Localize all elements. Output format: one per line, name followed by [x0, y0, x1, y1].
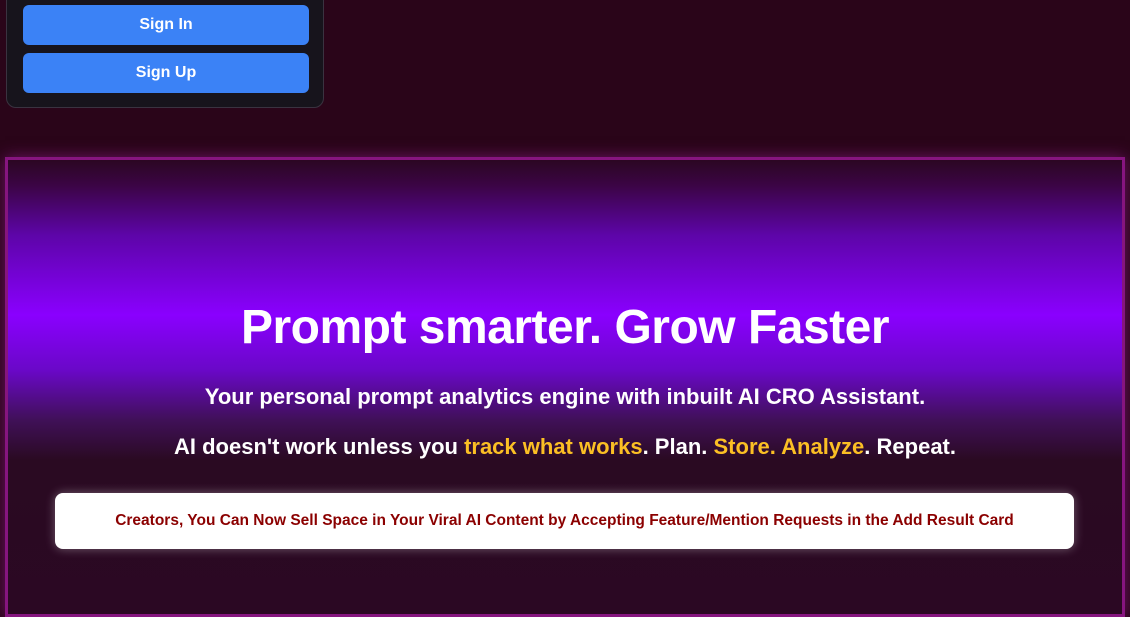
hero-section: Prompt smarter. Grow Faster Your persona…: [5, 157, 1125, 617]
hero-title: Prompt smarter. Grow Faster: [240, 301, 890, 354]
auth-panel: Sign In Sign Up: [6, 0, 324, 108]
hero-subtitle: Your personal prompt analytics engine wi…: [204, 384, 926, 409]
tagline-text-3: . Repeat.: [864, 434, 956, 459]
tagline-highlight-store-analyze: Store. Analyze: [713, 434, 865, 459]
hero-tagline: AI doesn't work unless you track what wo…: [8, 434, 1122, 460]
tagline-highlight-track: track what works: [464, 434, 643, 459]
sign-in-button[interactable]: Sign In: [23, 5, 309, 45]
announcement-banner[interactable]: Creators, You Can Now Sell Space in Your…: [55, 493, 1074, 549]
tagline-text-2: . Plan.: [642, 434, 714, 459]
sign-up-button[interactable]: Sign Up: [23, 53, 309, 93]
tagline-text-1: AI doesn't work unless you: [174, 434, 465, 459]
announcement-text: Creators, You Can Now Sell Space in Your…: [115, 512, 1014, 529]
